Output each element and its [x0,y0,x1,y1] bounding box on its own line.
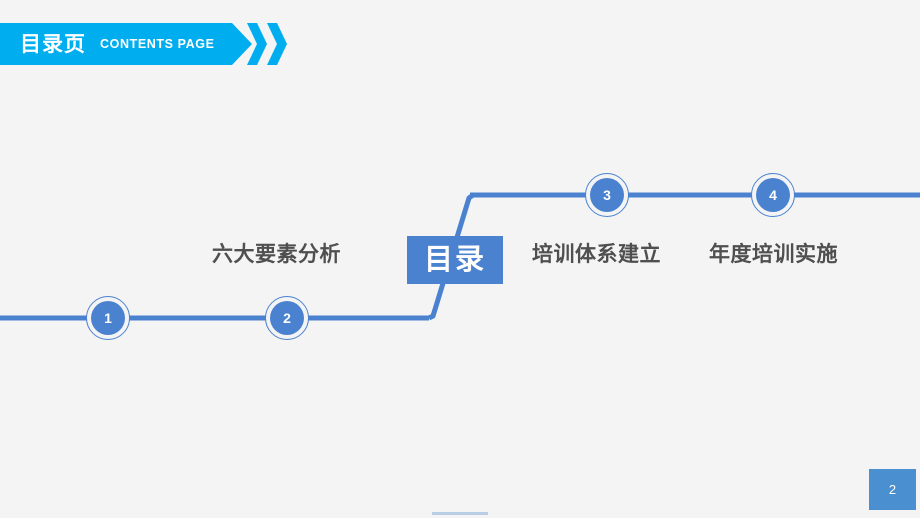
header-title-chinese: 目录页 [20,32,86,56]
page-number-badge: 2 [869,469,916,510]
header-banner: 目录页 CONTENTS PAGE [0,23,252,65]
section-label-3: 培训体系建立 [532,243,661,266]
slide-canvas: 目录页 CONTENTS PAGE 1 2 3 4 目录 六大要素分析 培训体系… [0,0,920,518]
page-number-text: 2 [888,482,897,497]
header-title-english: CONTENTS PAGE [100,36,215,51]
center-title-label: 目录 [423,243,486,276]
node-number-4: 4 [756,178,790,212]
center-title-box: 目录 [407,236,503,284]
bottom-progress-indicator[interactable] [432,512,488,515]
node-number-2: 2 [270,301,304,335]
node-number-1: 1 [91,301,125,335]
section-label-1: 六大要素分析 [212,243,341,266]
node-number-3: 3 [590,178,624,212]
node-circle-1[interactable]: 1 [86,296,130,340]
section-label-4: 年度培训实施 [709,243,838,266]
node-circle-2[interactable]: 2 [265,296,309,340]
node-circle-3[interactable]: 3 [585,173,629,217]
chevron-right-icon-2 [267,23,287,65]
node-circle-4[interactable]: 4 [751,173,795,217]
